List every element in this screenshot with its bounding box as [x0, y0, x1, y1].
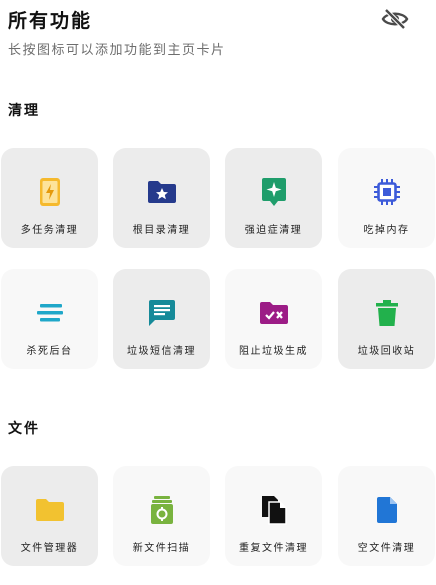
- sparkle-badge-icon: [259, 177, 289, 207]
- tile-ocd-clean[interactable]: 强迫症清理: [225, 148, 322, 248]
- trash-icon: [372, 298, 402, 328]
- tile-label: 吃掉内存: [363, 225, 410, 236]
- section-title-files: 文件: [8, 421, 40, 437]
- tile-kill-background[interactable]: 杀死后台: [1, 269, 98, 369]
- tile-recycle-bin[interactable]: 垃圾回收站: [338, 269, 435, 369]
- message-icon: [147, 298, 177, 328]
- eye-off-icon[interactable]: [380, 7, 410, 31]
- chip-icon: [372, 177, 402, 207]
- duplicate-file-icon: [259, 495, 289, 525]
- tile-root-clean[interactable]: 根目录清理: [113, 148, 210, 248]
- tile-label: 垃圾短信清理: [127, 346, 196, 357]
- tile-label: 多任务清理: [20, 225, 79, 236]
- folder-star-icon: [147, 177, 177, 207]
- tile-eat-memory[interactable]: 吃掉内存: [338, 148, 435, 248]
- tile-label: 空文件清理: [357, 543, 416, 554]
- page-title: 所有功能: [8, 10, 93, 32]
- tile-label: 文件管理器: [20, 543, 79, 554]
- tile-label: 根目录清理: [132, 225, 191, 236]
- tile-spam-sms-clean[interactable]: 垃圾短信清理: [113, 269, 210, 369]
- tile-label: 阻止垃圾生成: [239, 346, 308, 357]
- tile-label: 杀死后台: [26, 346, 73, 357]
- header: 所有功能 长按图标可以添加功能到主页卡片: [0, 0, 436, 60]
- tile-label: 强迫症清理: [244, 225, 303, 236]
- tile-file-manager[interactable]: 文件管理器: [1, 466, 98, 566]
- tile-empty-file-clean[interactable]: 空文件清理: [338, 466, 435, 566]
- tile-label: 重复文件清理: [239, 543, 308, 554]
- tile-multitask-clean[interactable]: 多任务清理: [1, 148, 98, 248]
- tile-block-junk[interactable]: 阻止垃圾生成: [225, 269, 322, 369]
- phone-bolt-icon: [35, 177, 65, 207]
- section-title-cleanup: 清理: [8, 103, 40, 119]
- file-scan-icon: [147, 495, 177, 525]
- page-subtitle: 长按图标可以添加功能到主页卡片: [8, 43, 226, 58]
- empty-file-icon: [372, 495, 402, 525]
- lines-icon: [35, 298, 65, 328]
- tile-label: 垃圾回收站: [357, 346, 416, 357]
- tile-label: 新文件扫描: [132, 543, 191, 554]
- folder-x-icon: [259, 298, 289, 328]
- folder-icon: [35, 495, 65, 525]
- tile-new-file-scan[interactable]: 新文件扫描: [113, 466, 210, 566]
- tile-duplicate-file-clean[interactable]: 重复文件清理: [225, 466, 322, 566]
